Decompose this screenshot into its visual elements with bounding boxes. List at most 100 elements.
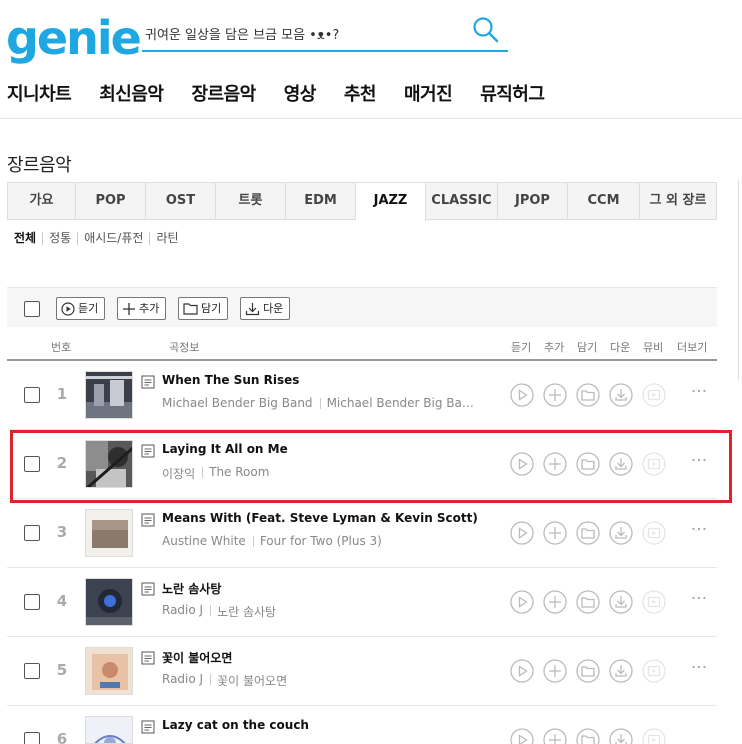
download-icon[interactable] bbox=[609, 728, 633, 744]
song-row[interactable]: 5 꽃이 불어오면 Radio J 꽃이 불어오면 ⋮ bbox=[7, 637, 717, 706]
lyrics-icon[interactable] bbox=[141, 513, 155, 527]
album-art[interactable] bbox=[85, 647, 133, 695]
music-video-icon[interactable] bbox=[642, 383, 666, 407]
save-selected-button[interactable]: 담기 bbox=[178, 297, 229, 320]
album-name[interactable]: 노란 솜사탕 bbox=[217, 603, 276, 620]
album-art[interactable] bbox=[85, 371, 133, 419]
meta-divider bbox=[210, 674, 212, 685]
add-icon[interactable] bbox=[543, 590, 567, 614]
artist-name[interactable]: Michael Bender Big Band bbox=[162, 396, 313, 410]
tab-jazz[interactable]: JAZZ bbox=[356, 183, 426, 221]
artist-name[interactable]: Radio J bbox=[162, 603, 203, 620]
add-icon[interactable] bbox=[543, 659, 567, 683]
folder-icon bbox=[183, 303, 198, 315]
lyrics-icon[interactable] bbox=[141, 651, 155, 665]
nav-chart[interactable]: 지니차트 bbox=[7, 80, 72, 106]
header-info: 곡정보 bbox=[169, 341, 200, 354]
song-row[interactable]: 6 Lazy cat on the couch bbox=[7, 706, 717, 744]
nav-musichug[interactable]: 뮤직허그 bbox=[480, 80, 545, 106]
add-selected-button[interactable]: 추가 bbox=[117, 297, 167, 320]
row-checkbox[interactable] bbox=[24, 387, 40, 403]
album-name[interactable]: Michael Bender Big Ban… bbox=[327, 396, 477, 410]
tab-pop[interactable]: POP bbox=[76, 183, 146, 219]
row-checkbox[interactable] bbox=[24, 732, 40, 744]
play-icon[interactable] bbox=[510, 383, 534, 407]
add-icon[interactable] bbox=[543, 728, 567, 744]
album-art[interactable] bbox=[85, 578, 133, 626]
download-icon[interactable] bbox=[609, 590, 633, 614]
song-title[interactable]: 꽃이 불어오면 bbox=[162, 649, 232, 666]
row-checkbox[interactable] bbox=[24, 525, 40, 541]
search-icon[interactable] bbox=[472, 16, 500, 44]
more-options-icon[interactable]: ⋮ bbox=[690, 521, 709, 537]
album-art[interactable] bbox=[85, 716, 133, 744]
lyrics-icon[interactable] bbox=[141, 582, 155, 596]
song-row[interactable]: 3 Means With (Feat. Steve Lyman & Kevin … bbox=[7, 499, 717, 568]
download-icon[interactable] bbox=[609, 659, 633, 683]
music-video-icon[interactable] bbox=[642, 728, 666, 744]
play-icon[interactable] bbox=[510, 521, 534, 545]
music-video-icon[interactable] bbox=[642, 521, 666, 545]
add-icon[interactable] bbox=[543, 521, 567, 545]
album-name[interactable]: Four for Two (Plus 3) bbox=[260, 534, 382, 548]
album-art[interactable] bbox=[85, 509, 133, 557]
nav-video[interactable]: 영상 bbox=[284, 80, 317, 106]
song-title[interactable]: 노란 솜사탕 bbox=[162, 580, 221, 597]
download-selected-button[interactable]: 다운 bbox=[240, 297, 291, 320]
music-video-icon[interactable] bbox=[642, 659, 666, 683]
subtab-latin[interactable]: 라틴 bbox=[149, 232, 184, 245]
music-video-icon[interactable] bbox=[642, 590, 666, 614]
folder-icon[interactable] bbox=[576, 383, 600, 407]
artist-name[interactable]: Radio J bbox=[162, 672, 203, 689]
tab-ost[interactable]: OST bbox=[146, 183, 216, 219]
download-icon[interactable] bbox=[609, 521, 633, 545]
song-title[interactable]: When The Sun Rises bbox=[162, 373, 299, 387]
artist-name[interactable]: Austine White bbox=[162, 534, 246, 548]
nav-new[interactable]: 최신음악 bbox=[99, 80, 164, 106]
select-all-checkbox[interactable] bbox=[24, 301, 40, 317]
rank: 4 bbox=[56, 592, 68, 610]
play-icon[interactable] bbox=[510, 728, 534, 744]
tab-ccm[interactable]: CCM bbox=[568, 183, 640, 219]
header-more: 더보기 bbox=[677, 341, 708, 354]
folder-icon[interactable] bbox=[576, 659, 600, 683]
row-checkbox[interactable] bbox=[24, 663, 40, 679]
side-divider bbox=[738, 180, 739, 380]
folder-icon[interactable] bbox=[576, 521, 600, 545]
folder-icon[interactable] bbox=[576, 590, 600, 614]
song-row[interactable]: 1 When The Sun Rises Michael Bender Big … bbox=[7, 361, 717, 430]
genie-logo[interactable]: genie bbox=[6, 10, 142, 66]
search-bar[interactable]: 귀여운 일상을 담은 브금 모음 •ᴥ•? bbox=[142, 14, 508, 52]
tab-gayo[interactable]: 가요 bbox=[8, 183, 76, 219]
tab-etc[interactable]: 그 외 장르 bbox=[640, 183, 716, 219]
more-options-icon[interactable]: ⋮ bbox=[690, 659, 709, 675]
more-options-icon[interactable]: ⋮ bbox=[690, 590, 709, 606]
sub-tabs: 전체 정통 애시드/퓨전 라틴 bbox=[14, 232, 185, 245]
nav-recommend[interactable]: 추천 bbox=[344, 80, 377, 106]
subtab-traditional[interactable]: 정통 bbox=[42, 232, 77, 245]
song-row[interactable]: 4 노란 솜사탕 Radio J 노란 솜사탕 ⋮ bbox=[7, 568, 717, 637]
download-icon[interactable] bbox=[609, 383, 633, 407]
search-input[interactable]: 귀여운 일상을 담은 브금 모음 •ᴥ•? bbox=[145, 24, 339, 43]
subtab-all[interactable]: 전체 bbox=[14, 232, 42, 245]
row-checkbox[interactable] bbox=[24, 594, 40, 610]
tab-trot[interactable]: 트롯 bbox=[216, 183, 286, 219]
add-icon[interactable] bbox=[543, 383, 567, 407]
more-options-icon[interactable]: ⋮ bbox=[690, 383, 709, 399]
tab-classic[interactable]: CLASSIC bbox=[426, 183, 498, 219]
play-icon[interactable] bbox=[510, 590, 534, 614]
nav-magazine[interactable]: 매거진 bbox=[404, 80, 453, 106]
folder-icon[interactable] bbox=[576, 728, 600, 744]
subtab-acid-fusion[interactable]: 애시드/퓨전 bbox=[77, 232, 149, 245]
listen-selected-button[interactable]: 듣기 bbox=[56, 297, 106, 320]
album-name[interactable]: 꽃이 불어오면 bbox=[217, 672, 287, 689]
song-title[interactable]: Means With (Feat. Steve Lyman & Kevin Sc… bbox=[162, 511, 478, 525]
lyrics-icon[interactable] bbox=[141, 375, 155, 389]
nav-genre[interactable]: 장르음악 bbox=[192, 80, 257, 106]
play-icon[interactable] bbox=[510, 659, 534, 683]
genre-tabs: 가요 POP OST 트롯 EDM JAZZ CLASSIC JPOP CCM … bbox=[7, 182, 717, 221]
tab-jpop[interactable]: JPOP bbox=[498, 183, 568, 219]
tab-edm[interactable]: EDM bbox=[286, 183, 356, 219]
lyrics-icon[interactable] bbox=[141, 720, 155, 734]
song-title[interactable]: Lazy cat on the couch bbox=[162, 718, 309, 732]
